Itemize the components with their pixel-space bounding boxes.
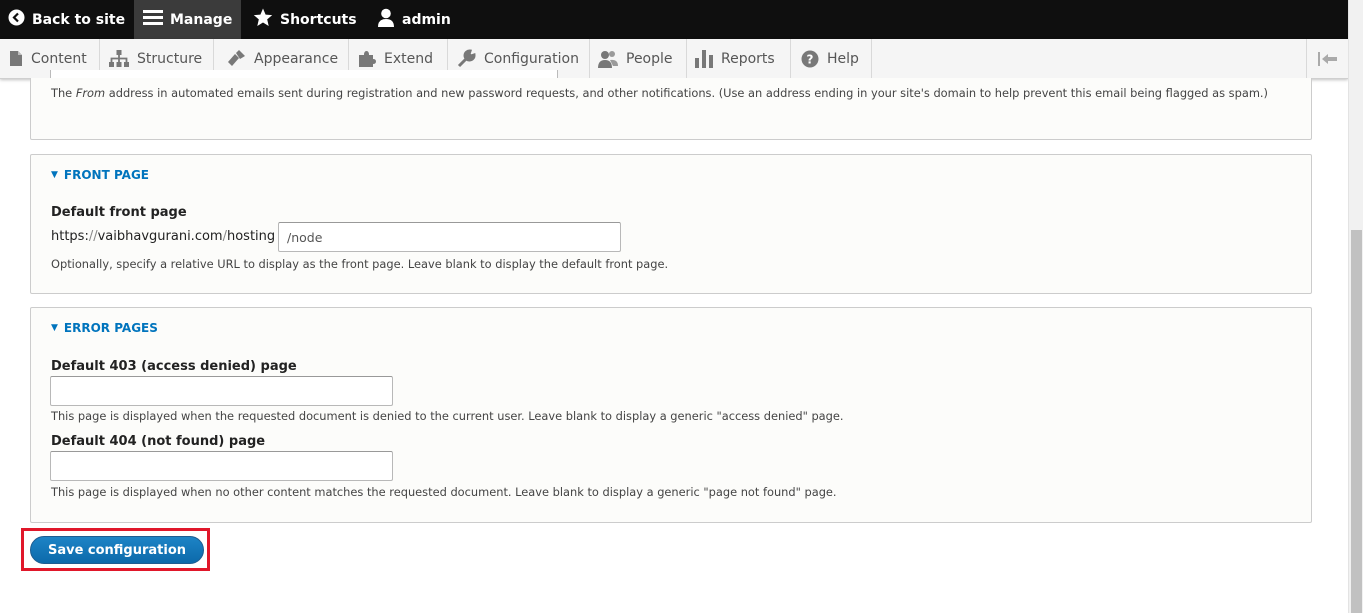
description-emphasis: From — [75, 86, 106, 100]
tray-item-label: Extend — [384, 50, 433, 67]
svg-text:?: ? — [807, 52, 814, 66]
tray-item-label: Reports — [721, 50, 775, 67]
user-tab[interactable]: admin — [377, 0, 451, 39]
sitemap-icon — [109, 50, 129, 67]
tray-item-label: Content — [31, 50, 87, 67]
triangle-down-icon: ▼ — [51, 323, 58, 333]
user-icon — [377, 8, 395, 31]
save-configuration-button[interactable]: Save configuration — [30, 536, 204, 564]
bar-chart-icon — [695, 49, 713, 68]
back-to-site-link[interactable]: Back to site — [0, 0, 134, 39]
front-page-description: Optionally, specify a relative URL to di… — [51, 257, 669, 271]
admin-toolbar: Back to site Manage Shortcuts admin — [0, 0, 1363, 39]
vertical-scrollbar[interactable] — [1348, 0, 1363, 613]
front-page-label: Default front page — [51, 205, 187, 220]
description-text: The — [51, 86, 76, 100]
error-pages-toggle[interactable]: ▼ ERROR PAGES — [51, 321, 158, 335]
front-page-input[interactable] — [278, 222, 621, 252]
site-email-description: The From address in automated emails sen… — [51, 85, 1296, 101]
url-host: vaibhavgurani.com — [97, 229, 223, 244]
tray-item-label: Help — [827, 50, 859, 67]
tray-item-label: People — [626, 50, 673, 67]
hamburger-icon — [143, 9, 163, 30]
tray-item-people[interactable]: People — [590, 39, 687, 78]
scrollbar-thumb[interactable] — [1351, 230, 1362, 613]
help-icon: ? — [801, 50, 819, 67]
page-403-description: This page is displayed when the requeste… — [51, 409, 844, 423]
url-path: hosting — [226, 229, 276, 244]
front-page-fieldset: ▼ FRONT PAGE Default front page https://… — [30, 154, 1312, 294]
page-403-input[interactable] — [50, 376, 393, 406]
chevron-left-circle-icon — [8, 9, 25, 30]
brush-icon — [228, 49, 245, 66]
page-404-label: Default 404 (not found) page — [51, 434, 266, 449]
front-page-toggle[interactable]: ▼ FRONT PAGE — [51, 168, 149, 182]
front-page-url-prefix: https://vaibhavgurani.com/hosting — [51, 229, 275, 244]
page-404-description: This page is displayed when no other con… — [51, 485, 837, 499]
error-pages-fieldset: ▼ ERROR PAGES Default 403 (access denied… — [30, 307, 1312, 523]
wrench-icon — [457, 49, 476, 68]
user-label: admin — [402, 11, 451, 28]
people-icon — [598, 50, 618, 68]
star-icon — [253, 8, 273, 31]
tray-item-help[interactable]: ? Help — [791, 39, 872, 78]
shortcuts-label: Shortcuts — [280, 11, 357, 28]
manage-tab[interactable]: Manage — [134, 0, 241, 39]
url-slashes: // — [88, 229, 98, 244]
shortcuts-tab[interactable]: Shortcuts — [253, 0, 357, 39]
back-to-site-label: Back to site — [32, 11, 126, 28]
tray-item-label: Structure — [137, 50, 203, 67]
tray-item-reports[interactable]: Reports — [687, 39, 791, 78]
collapse-tray-button[interactable] — [1306, 39, 1348, 78]
manage-label: Manage — [170, 11, 233, 28]
email-fieldset: The From address in automated emails sen… — [30, 78, 1312, 140]
tray-item-label: Configuration — [484, 50, 579, 67]
tray-item-label: Appearance — [254, 50, 339, 67]
error-pages-legend: ERROR PAGES — [63, 321, 158, 335]
description-text: address in automated emails sent during … — [105, 86, 1268, 100]
page-403-label: Default 403 (access denied) page — [51, 359, 297, 374]
front-page-legend: FRONT PAGE — [63, 168, 149, 182]
collapse-left-icon — [1317, 51, 1337, 66]
puzzle-icon — [359, 50, 376, 67]
page-404-input[interactable] — [50, 451, 393, 481]
url-scheme: https: — [51, 229, 89, 244]
triangle-down-icon: ▼ — [51, 170, 58, 180]
document-icon — [10, 51, 22, 66]
